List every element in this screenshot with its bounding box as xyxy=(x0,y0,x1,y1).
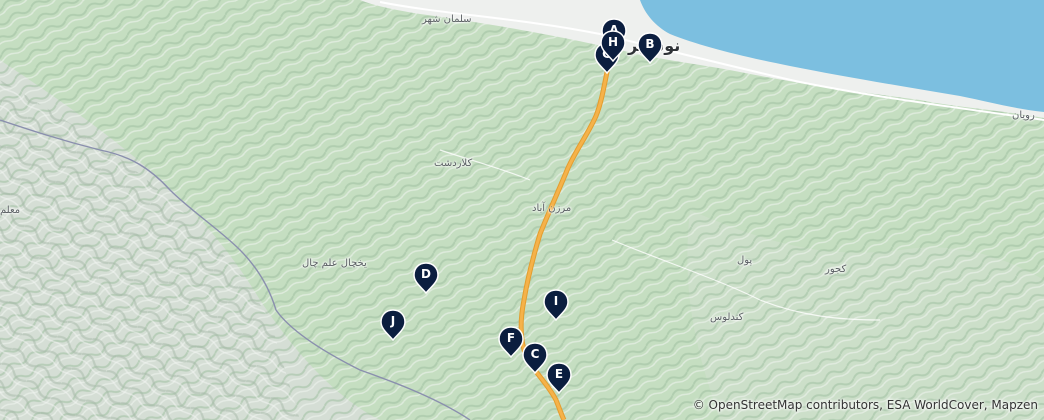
map-marker-e[interactable]: E xyxy=(546,362,572,394)
map-marker-f[interactable]: F xyxy=(498,326,524,358)
map-marker-c[interactable]: C xyxy=(522,342,548,374)
marker-label: C xyxy=(530,347,540,361)
place-label-moalem: معلم xyxy=(0,205,21,216)
place-label-royan: رویان xyxy=(1012,110,1035,121)
map-marker-j[interactable]: J xyxy=(380,309,406,341)
marker-label: E xyxy=(554,367,564,381)
marker-label: D xyxy=(421,267,431,281)
marker-label: B xyxy=(645,37,655,51)
map-marker-d[interactable]: D xyxy=(413,262,439,294)
map-marker-b[interactable]: B xyxy=(637,32,663,64)
place-label-kojur: کجور xyxy=(825,264,847,275)
map-canvas[interactable]: سلمان شهر نوشهر کلاردشت مرزن آباد یخچال … xyxy=(0,0,1044,420)
map-attribution[interactable]: © OpenStreetMap contributors, ESA WorldC… xyxy=(693,398,1038,412)
place-label-pol: پول xyxy=(737,255,753,266)
place-label-kelardasht: کلاردشت xyxy=(434,158,473,169)
place-label-yakhchal: یخچال علم چال xyxy=(302,258,367,269)
marker-label: J xyxy=(390,314,396,328)
map-marker-i[interactable]: I xyxy=(543,289,569,321)
marker-label: H xyxy=(607,35,619,49)
marker-label: I xyxy=(553,294,559,308)
map-marker-h[interactable]: H xyxy=(600,30,626,62)
place-label-marzanabad: مرزن آباد xyxy=(532,203,572,214)
place-label-kandelous: کندلوس xyxy=(710,312,744,323)
marker-label: F xyxy=(506,331,516,345)
place-label-salman-shahr: سلمان شهر xyxy=(422,14,472,25)
